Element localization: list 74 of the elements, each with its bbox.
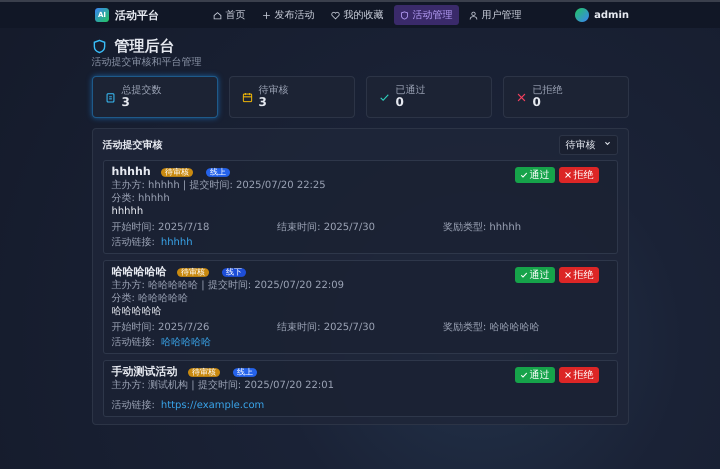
stat-card[interactable]: 已通过 0 bbox=[366, 76, 492, 118]
organizer-info: 主办方: 测试机构 | 提交时间: 2025/07/20 22:01 bbox=[112, 380, 335, 392]
activity-link[interactable]: 哈哈哈哈哈 bbox=[160, 337, 211, 349]
stat-value: 0 bbox=[532, 96, 542, 109]
plus-icon bbox=[262, 10, 271, 20]
nav-link[interactable]: 用户管理 bbox=[462, 5, 528, 25]
stat-card[interactable]: 已拒绝 0 bbox=[502, 76, 628, 118]
status-tag: 待审核 bbox=[160, 168, 193, 176]
nav-link[interactable]: 发布活动 bbox=[256, 5, 321, 25]
description-text: hhhhh bbox=[112, 206, 144, 218]
clipboard-icon bbox=[104, 92, 116, 102]
page-subtitle: 活动提交审核和平台管理 bbox=[92, 57, 202, 69]
reward-type: 奖励类型: hhhhh bbox=[442, 222, 522, 234]
organizer-info: 主办方: 哈哈哈哈哈 | 提交时间: 2025/07/20 22:09 bbox=[112, 280, 345, 292]
stat-label: 已通过 bbox=[396, 85, 426, 96]
avatar[interactable] bbox=[575, 8, 590, 22]
home-icon bbox=[212, 10, 222, 20]
check-icon bbox=[520, 271, 528, 279]
mode-tag: 线上 bbox=[232, 368, 256, 376]
submission-title: hhhhh bbox=[112, 165, 151, 179]
approve-button[interactable]: 通过 bbox=[514, 167, 554, 183]
check-icon bbox=[520, 371, 528, 379]
shield-icon bbox=[400, 10, 409, 20]
link-label: 活动链接: bbox=[112, 237, 155, 249]
brand-name: 活动平台 bbox=[115, 8, 159, 22]
start-date: 开始时间: 2025/7/26 bbox=[112, 322, 210, 334]
approve-button[interactable]: 通过 bbox=[514, 267, 554, 283]
activity-link[interactable]: hhhhh bbox=[160, 237, 193, 249]
stat-card[interactable]: 总提交数 3 bbox=[92, 76, 218, 118]
description-text: 哈哈哈哈哈 bbox=[112, 306, 162, 318]
nav-link[interactable]: 首页 bbox=[206, 5, 252, 25]
status-tag: 待审核 bbox=[176, 268, 208, 276]
user-name: admin bbox=[594, 10, 629, 20]
stat-label: 总提交数 bbox=[122, 85, 162, 96]
reject-button[interactable]: 拒绝 bbox=[558, 267, 598, 283]
link-label: 活动链接: bbox=[112, 337, 155, 349]
stat-card[interactable]: 待审核 3 bbox=[228, 76, 354, 118]
reject-button[interactable]: 拒绝 bbox=[558, 167, 598, 183]
stat-value: 0 bbox=[396, 96, 405, 109]
calendar-icon bbox=[242, 92, 252, 102]
category-text: 分类: hhhhh bbox=[112, 193, 171, 205]
submission-title: 哈哈哈哈哈 bbox=[112, 265, 166, 279]
nav-link[interactable]: 我的收藏 bbox=[324, 5, 390, 25]
heart-icon bbox=[330, 10, 340, 20]
start-date: 开始时间: 2025/7/18 bbox=[112, 222, 210, 234]
panel-title: 活动提交审核 bbox=[102, 138, 162, 152]
check-icon bbox=[520, 171, 528, 179]
stat-label: 待审核 bbox=[258, 85, 288, 96]
status-filter-dropdown[interactable]: 待审核 bbox=[558, 135, 618, 155]
organizer-info: 主办方: hhhhh | 提交时间: 2025/07/20 22:25 bbox=[112, 180, 327, 192]
check-icon bbox=[378, 92, 390, 102]
category-text: 分类: 哈哈哈哈哈 bbox=[112, 293, 190, 305]
mode-tag: 线下 bbox=[222, 268, 246, 276]
close-icon bbox=[564, 271, 572, 279]
nav-link[interactable]: 活动管理 bbox=[394, 5, 459, 25]
activity-link[interactable]: https://example.com bbox=[160, 400, 264, 412]
reward-type: 奖励类型: 哈哈哈哈哈 bbox=[442, 322, 540, 334]
page-title: 管理后台 bbox=[114, 37, 174, 56]
end-date: 结束时间: 2025/7/30 bbox=[277, 322, 376, 334]
stat-label: 已拒绝 bbox=[532, 85, 562, 96]
status-tag: 待审核 bbox=[188, 368, 220, 376]
approve-button[interactable]: 通过 bbox=[514, 367, 554, 383]
submission-title: 手动测试活动 bbox=[112, 365, 178, 379]
close-icon bbox=[564, 171, 572, 179]
close-icon bbox=[564, 371, 572, 379]
stat-value: 3 bbox=[122, 96, 131, 109]
reject-button[interactable]: 拒绝 bbox=[558, 367, 598, 383]
shield-icon bbox=[92, 39, 106, 54]
cross-icon bbox=[516, 92, 526, 102]
link-label: 活动链接: bbox=[112, 400, 155, 412]
stat-value: 3 bbox=[258, 96, 268, 109]
end-date: 结束时间: 2025/7/30 bbox=[277, 222, 376, 234]
user-icon bbox=[468, 10, 478, 20]
mode-tag: 线上 bbox=[206, 168, 230, 176]
